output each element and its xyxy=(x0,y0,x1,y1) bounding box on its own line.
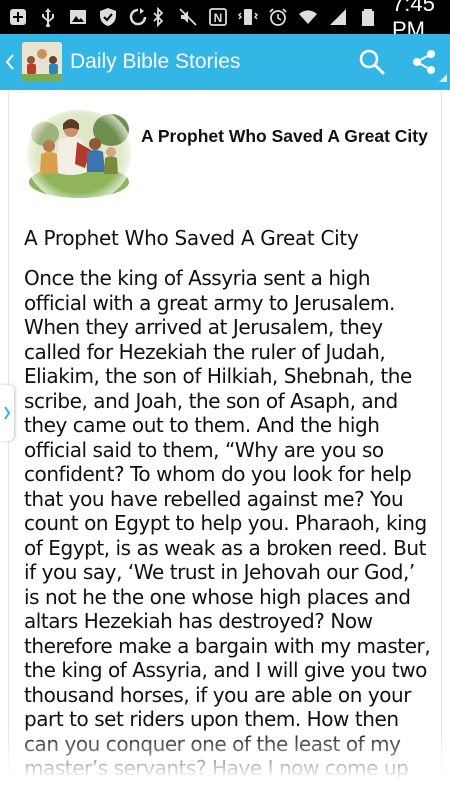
story-illustration xyxy=(25,100,133,204)
mute-icon xyxy=(178,7,198,27)
share-icon xyxy=(413,50,435,74)
svg-text:N: N xyxy=(214,11,223,25)
battery-icon xyxy=(358,7,378,27)
back-chevron-icon[interactable] xyxy=(2,34,18,90)
drawer-handle[interactable] xyxy=(0,385,14,441)
story-title: A Prophet Who Saved A Great City xyxy=(24,226,359,250)
story-header: A Prophet Who Saved A Great City xyxy=(9,100,441,212)
nfc-icon: N xyxy=(208,7,228,27)
story-content[interactable]: A Prophet Who Saved A Great City A Proph… xyxy=(0,90,450,800)
wifi-icon xyxy=(298,7,318,27)
signal-icon xyxy=(328,7,348,27)
image-icon xyxy=(68,7,88,27)
bluetooth-icon xyxy=(148,7,168,27)
usb-icon xyxy=(38,7,58,27)
shield-icon xyxy=(98,7,118,27)
share-button[interactable] xyxy=(398,34,450,90)
story-card: A Prophet Who Saved A Great City A Proph… xyxy=(8,90,442,800)
app-title: Daily Bible Stories xyxy=(70,50,241,73)
sync-icon xyxy=(128,7,148,27)
app-logo[interactable] xyxy=(22,42,62,82)
vibrate-icon xyxy=(238,7,258,27)
chevron-right-icon xyxy=(4,406,11,420)
app-bar: Daily Bible Stories xyxy=(0,34,450,90)
notification-icons xyxy=(8,7,148,27)
story-body: Once the king of Assyria sent a high off… xyxy=(24,266,431,800)
overflow-indicator xyxy=(439,74,447,82)
search-icon xyxy=(359,49,385,75)
alarm-icon xyxy=(268,7,288,27)
add-icon xyxy=(8,7,28,27)
status-bar: N 7:45 PM xyxy=(0,0,450,42)
scroll-fade xyxy=(0,730,450,800)
story-heading: A Prophet Who Saved A Great City xyxy=(141,126,428,146)
search-button[interactable] xyxy=(346,34,398,90)
